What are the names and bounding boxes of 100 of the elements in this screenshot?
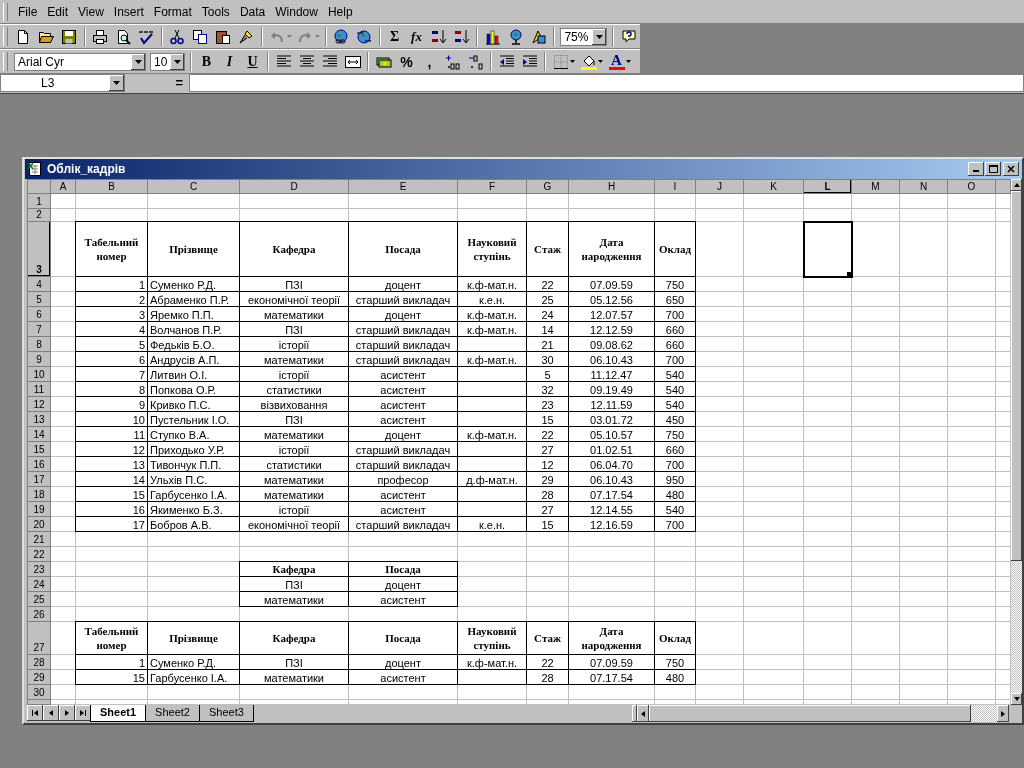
maximize-button[interactable] xyxy=(985,162,1001,176)
dropdown-arrow-icon[interactable] xyxy=(570,60,575,63)
column-header[interactable]: B xyxy=(75,179,148,194)
drawing-shapes-icon[interactable] xyxy=(530,28,547,45)
table-cell: 9 xyxy=(75,396,148,412)
dropdown-arrow-icon[interactable] xyxy=(598,60,603,63)
tab-split-handle[interactable] xyxy=(632,705,637,722)
sheet-tab[interactable]: Sheet2 xyxy=(145,705,200,722)
globe-link-icon[interactable] xyxy=(333,28,350,45)
column-header[interactable]: M xyxy=(851,179,900,194)
sort-ascending-icon[interactable] xyxy=(430,28,447,45)
header-cell: Науковий ступінь xyxy=(457,221,527,277)
equals-button[interactable]: = xyxy=(125,74,189,92)
triangle-left-icon xyxy=(48,710,54,716)
menu-item[interactable]: Data xyxy=(234,3,271,20)
globe-stand-icon[interactable] xyxy=(507,28,524,45)
menu-item[interactable]: File xyxy=(13,3,43,20)
font-box[interactable]: Arial Cyr xyxy=(14,52,146,71)
globe-arrows-icon[interactable] xyxy=(356,28,373,45)
copy-icon[interactable] xyxy=(192,28,209,45)
bold-button[interactable]: B xyxy=(198,53,215,70)
align-right-icon[interactable] xyxy=(321,53,338,70)
font-size-box[interactable]: 10 xyxy=(150,52,185,71)
header-cell: Табельний номер xyxy=(75,621,148,655)
function-button[interactable]: fx xyxy=(409,28,424,45)
minimize-button[interactable] xyxy=(968,162,984,176)
name-box[interactable]: L3 xyxy=(0,74,125,92)
sheet-tab[interactable]: Sheet3 xyxy=(198,705,254,722)
italic-button[interactable]: I xyxy=(221,53,238,70)
scroll-thumb[interactable] xyxy=(1011,191,1022,561)
table-cell: к.ф-мат.н. xyxy=(457,654,527,670)
table-cell: 950 xyxy=(654,471,696,487)
decrease-decimal-icon[interactable] xyxy=(467,53,484,70)
table-cell: 09.19.49 xyxy=(568,381,655,397)
borders-icon[interactable] xyxy=(552,53,569,70)
increase-indent-icon[interactable] xyxy=(521,53,538,70)
next-sheet-button[interactable] xyxy=(59,705,75,721)
increase-decimal-icon[interactable] xyxy=(444,53,461,70)
column-header[interactable]: H xyxy=(568,179,655,194)
fill-bucket-icon[interactable] xyxy=(580,53,597,70)
column-header[interactable]: L xyxy=(803,179,852,194)
scroll-down-button[interactable] xyxy=(1011,693,1022,705)
table-cell: 29 xyxy=(526,471,569,487)
sum-button[interactable]: Σ xyxy=(387,28,403,45)
sheet-tab[interactable]: Sheet1 xyxy=(90,705,147,722)
column-header[interactable]: F xyxy=(457,179,527,194)
spell-check-icon[interactable] xyxy=(138,28,155,45)
paintbrush-icon[interactable] xyxy=(238,28,255,45)
first-sheet-button[interactable] xyxy=(27,705,43,721)
dropdown-arrow-icon[interactable] xyxy=(626,60,631,63)
printer-icon[interactable] xyxy=(92,28,109,45)
comma-button[interactable]: , xyxy=(421,53,438,70)
clipboard-icon[interactable] xyxy=(215,28,232,45)
column-header[interactable]: A xyxy=(50,179,76,194)
table-cell: Кривко П.С. xyxy=(147,396,240,412)
merge-cells-icon[interactable] xyxy=(344,53,361,70)
menu-item[interactable]: Edit xyxy=(42,3,74,20)
formula-input[interactable] xyxy=(189,74,1024,92)
menu-item[interactable]: View xyxy=(73,3,109,20)
underline-button[interactable]: U xyxy=(244,53,261,70)
decrease-indent-icon[interactable] xyxy=(498,53,515,70)
align-center-icon[interactable] xyxy=(298,53,315,70)
column-header[interactable]: I xyxy=(654,179,696,194)
zoom-box[interactable]: 75% xyxy=(560,27,607,46)
active-cell[interactable] xyxy=(803,221,852,277)
help-bubble-icon[interactable] xyxy=(620,28,637,45)
table-cell: старший викладач xyxy=(348,351,458,367)
scroll-right-button[interactable] xyxy=(997,705,1009,722)
column-header[interactable]: J xyxy=(695,179,744,194)
worksheet-grid[interactable] xyxy=(27,179,1011,705)
last-sheet-button[interactable] xyxy=(75,705,91,721)
vertical-scrollbar[interactable] xyxy=(1011,179,1022,705)
font-color-button[interactable]: A xyxy=(608,53,625,70)
toolbar-grip[interactable] xyxy=(3,2,8,21)
scroll-left-button[interactable] xyxy=(637,705,649,722)
scissors-icon[interactable] xyxy=(169,28,186,45)
menu-item[interactable]: Window xyxy=(270,3,323,20)
scroll-up-button[interactable] xyxy=(1011,179,1022,191)
previous-sheet-button[interactable] xyxy=(43,705,59,721)
sort-descending-icon[interactable] xyxy=(453,28,470,45)
column-header[interactable]: E xyxy=(348,179,458,194)
row-header[interactable]: 3 xyxy=(27,221,51,277)
column-header[interactable]: K xyxy=(743,179,804,194)
table-cell: економічної теорії xyxy=(239,516,349,532)
bar-chart-icon[interactable] xyxy=(484,28,501,45)
column-header[interactable]: C xyxy=(147,179,240,194)
menu-item[interactable]: Tools xyxy=(196,3,235,20)
close-button[interactable] xyxy=(1003,162,1019,176)
align-left-icon[interactable] xyxy=(275,53,292,70)
percent-button[interactable]: % xyxy=(398,53,415,70)
column-header[interactable]: G xyxy=(526,179,569,194)
column-header[interactable]: N xyxy=(899,179,948,194)
column-header[interactable]: D xyxy=(239,179,349,194)
menu-item[interactable]: Format xyxy=(148,3,197,20)
menu-item[interactable]: Help xyxy=(322,3,358,20)
row-header[interactable]: 27 xyxy=(27,621,51,655)
menu-item[interactable]: Insert xyxy=(108,3,149,20)
column-header[interactable]: O xyxy=(947,179,996,194)
table-cell: 01.02.51 xyxy=(568,441,655,457)
print-preview-icon[interactable] xyxy=(115,28,132,45)
